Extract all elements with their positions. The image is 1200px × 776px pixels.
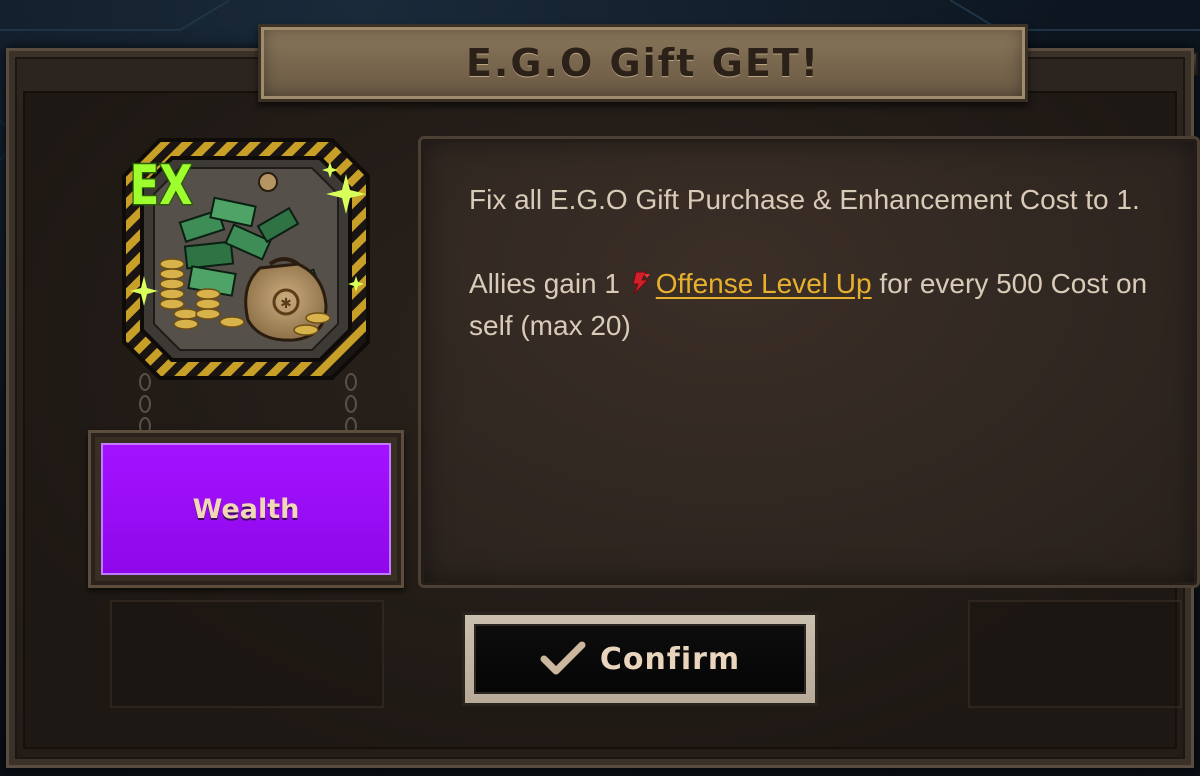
confirm-button[interactable]: Confirm bbox=[462, 612, 818, 706]
dialog-title: E.G.O Gift GET! bbox=[465, 41, 821, 85]
keyword-plate: Wealth bbox=[88, 430, 404, 588]
confirm-label: Confirm bbox=[599, 641, 741, 677]
game-screen: E.G.O Gift GET! ✱ EX Wealth Fix all E.G.… bbox=[0, 0, 1200, 776]
dialog-title-plate: E.G.O Gift GET! bbox=[258, 24, 1028, 102]
chain-right bbox=[345, 373, 357, 435]
description-paragraph-2: Allies gain 1 Offense Level Up for every… bbox=[469, 263, 1159, 347]
gift-description-panel: Fix all E.G.O Gift Purchase & Enhancemen… bbox=[418, 136, 1200, 588]
svg-text:EX: EX bbox=[130, 154, 193, 216]
svg-text:✱: ✱ bbox=[280, 296, 292, 312]
ego-gift-icon[interactable]: ✱ EX bbox=[120, 136, 372, 382]
ex-tier-badge: EX bbox=[128, 153, 193, 216]
offense-level-up-link[interactable]: Offense Level Up bbox=[656, 268, 872, 299]
keyword-badge: Wealth bbox=[101, 443, 391, 575]
keyword-label: Wealth bbox=[192, 493, 300, 525]
checkmark-icon bbox=[540, 641, 586, 675]
confirm-button-inner: Confirm bbox=[474, 624, 806, 694]
chain-left bbox=[139, 373, 151, 435]
decorative-panel-right bbox=[968, 600, 1182, 708]
gift-description: Fix all E.G.O Gift Purchase & Enhancemen… bbox=[469, 179, 1159, 389]
decorative-panel-left bbox=[110, 600, 384, 708]
offense-level-up-icon bbox=[632, 271, 650, 295]
description-paragraph-1: Fix all E.G.O Gift Purchase & Enhancemen… bbox=[469, 184, 1140, 215]
description-prefix: Allies gain 1 bbox=[469, 268, 620, 299]
